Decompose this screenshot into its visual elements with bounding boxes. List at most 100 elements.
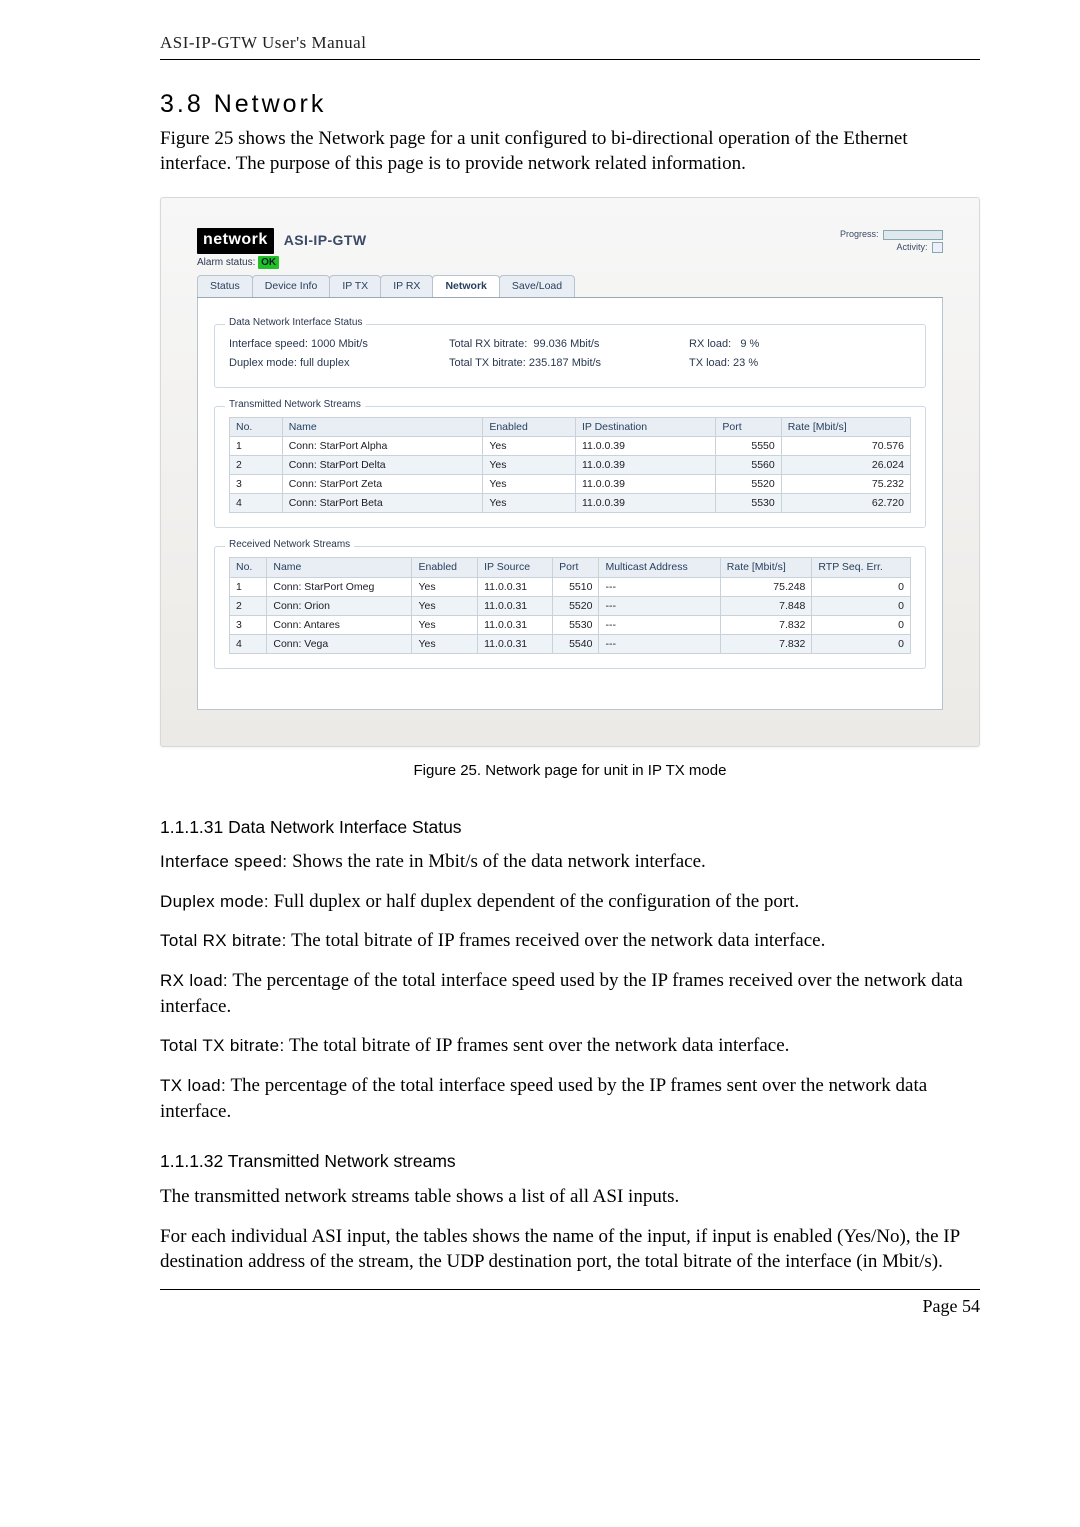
sub2-para-1: The transmitted network streams table sh… [160, 1184, 980, 1210]
definition-item: RX load: The percentage of the total int… [160, 968, 980, 1019]
table-row[interactable]: 2Conn: StarPort DeltaYes11.0.0.39556026.… [230, 455, 911, 474]
col-header: IP Source [478, 558, 553, 577]
table-row[interactable]: 4Conn: VegaYes11.0.0.315540---7.8320 [230, 635, 911, 654]
col-header: Port [716, 417, 781, 436]
col-header: Port [553, 558, 599, 577]
definition-term: RX load: [160, 971, 228, 990]
tx-streams-table: No.NameEnabledIP DestinationPortRate [Mb… [229, 417, 911, 514]
cell: Conn: Vega [267, 635, 412, 654]
total-rx-label: Total RX bitrate: [449, 338, 527, 350]
cell: 7.848 [720, 596, 812, 615]
table-row[interactable]: 3Conn: StarPort ZetaYes11.0.0.39552075.2… [230, 475, 911, 494]
tab-status[interactable]: Status [197, 275, 253, 297]
tab-network[interactable]: Network [432, 275, 499, 297]
cell: 62.720 [781, 494, 910, 513]
cell: --- [599, 596, 720, 615]
tab-device-info[interactable]: Device Info [252, 275, 331, 297]
table-row[interactable]: 1Conn: StarPort AlphaYes11.0.0.39555070.… [230, 436, 911, 455]
col-header: Multicast Address [599, 558, 720, 577]
cell: 11.0.0.31 [478, 596, 553, 615]
cell: Conn: Orion [267, 596, 412, 615]
cell: 2 [230, 596, 267, 615]
app-logo: network [197, 228, 274, 254]
section-heading: 3.8 Network [160, 88, 980, 122]
progress-label: Progress: [840, 229, 879, 239]
cell: 5550 [716, 436, 781, 455]
definition-item: Total RX bitrate: The total bitrate of I… [160, 928, 980, 954]
definition-item: Interface speed: Shows the rate in Mbit/… [160, 849, 980, 875]
cell: 5540 [553, 635, 599, 654]
col-header: Rate [Mbit/s] [720, 558, 812, 577]
table-row[interactable]: 3Conn: AntaresYes11.0.0.315530---7.8320 [230, 615, 911, 634]
total-rx-value: 99.036 Mbit/s [533, 338, 599, 350]
tab-bar: StatusDevice InfoIP TXIP RXNetworkSave/L… [197, 275, 943, 298]
definition-term: TX load: [160, 1076, 226, 1095]
duplex-label: Duplex mode: [229, 357, 297, 369]
group-legend-interface-status: Data Network Interface Status [225, 316, 366, 330]
cell: 11.0.0.39 [575, 475, 715, 494]
cell: 0 [812, 635, 911, 654]
table-row[interactable]: 2Conn: OrionYes11.0.0.315520---7.8480 [230, 596, 911, 615]
running-head: ASI-IP-GTW User's Manual [160, 32, 980, 60]
cell: 3 [230, 615, 267, 634]
total-tx-value: 235.187 Mbit/s [529, 357, 601, 369]
cell: 5530 [553, 615, 599, 634]
cell: 4 [230, 635, 267, 654]
progress-bar [883, 230, 943, 240]
definition-text: Full duplex or half duplex dependent of … [269, 891, 799, 912]
cell: 75.232 [781, 475, 910, 494]
cell: 5530 [716, 494, 781, 513]
cell: 11.0.0.39 [575, 455, 715, 474]
cell: Yes [412, 635, 478, 654]
cell: 7.832 [720, 615, 812, 634]
total-tx-label: Total TX bitrate: [449, 357, 526, 369]
sub2-para-2: For each individual ASI input, the table… [160, 1224, 980, 1275]
section-intro: Figure 25 shows the Network page for a u… [160, 126, 980, 177]
tab-ip-rx[interactable]: IP RX [380, 275, 433, 297]
cell: 1 [230, 577, 267, 596]
cell: 2 [230, 455, 283, 474]
table-row[interactable]: 1Conn: StarPort OmegYes11.0.0.315510---7… [230, 577, 911, 596]
definition-text: Shows the rate in Mbit/s of the data net… [287, 851, 705, 872]
definition-term: Duplex mode: [160, 892, 269, 911]
group-legend-rx-streams: Received Network Streams [225, 538, 354, 552]
cell: --- [599, 615, 720, 634]
table-row[interactable]: 4Conn: StarPort BetaYes11.0.0.39553062.7… [230, 494, 911, 513]
col-header: Enabled [483, 417, 576, 436]
cell: Conn: Antares [267, 615, 412, 634]
cell: Conn: StarPort Alpha [282, 436, 483, 455]
cell: 5520 [716, 475, 781, 494]
group-rx-streams: Received Network Streams No.NameEnabledI… [214, 546, 926, 669]
cell: 4 [230, 494, 283, 513]
cell: 11.0.0.39 [575, 436, 715, 455]
cell: 11.0.0.31 [478, 615, 553, 634]
col-header: No. [230, 558, 267, 577]
screenshot-figure: network ASI-IP-GTW Progress: Activity: A… [160, 197, 980, 747]
cell: 11.0.0.39 [575, 494, 715, 513]
definition-item: Duplex mode: Full duplex or half duplex … [160, 889, 980, 915]
cell: 7.832 [720, 635, 812, 654]
col-header: Rate [Mbit/s] [781, 417, 910, 436]
cell: 5520 [553, 596, 599, 615]
cell: 0 [812, 596, 911, 615]
tab-ip-tx[interactable]: IP TX [329, 275, 381, 297]
definition-term: Total TX bitrate: [160, 1036, 285, 1055]
subsection-heading-1: 1.1.1.31 Data Network Interface Status [160, 816, 980, 840]
cell: Yes [483, 475, 576, 494]
cell: Yes [483, 494, 576, 513]
figure-caption: Figure 25. Network page for unit in IP T… [160, 761, 980, 781]
cell: Yes [483, 455, 576, 474]
cell: 11.0.0.31 [478, 635, 553, 654]
col-header: Enabled [412, 558, 478, 577]
cell: 26.024 [781, 455, 910, 474]
definition-text: The percentage of the total interface sp… [160, 1075, 927, 1122]
col-header: No. [230, 417, 283, 436]
tab-save-load[interactable]: Save/Load [499, 275, 575, 297]
col-header: IP Destination [575, 417, 715, 436]
group-tx-streams: Transmitted Network Streams No.NameEnabl… [214, 406, 926, 529]
cell: 75.248 [720, 577, 812, 596]
activity-label: Activity: [896, 242, 927, 252]
col-header: Name [267, 558, 412, 577]
definition-term: Interface speed: [160, 852, 287, 871]
cell: 5560 [716, 455, 781, 474]
